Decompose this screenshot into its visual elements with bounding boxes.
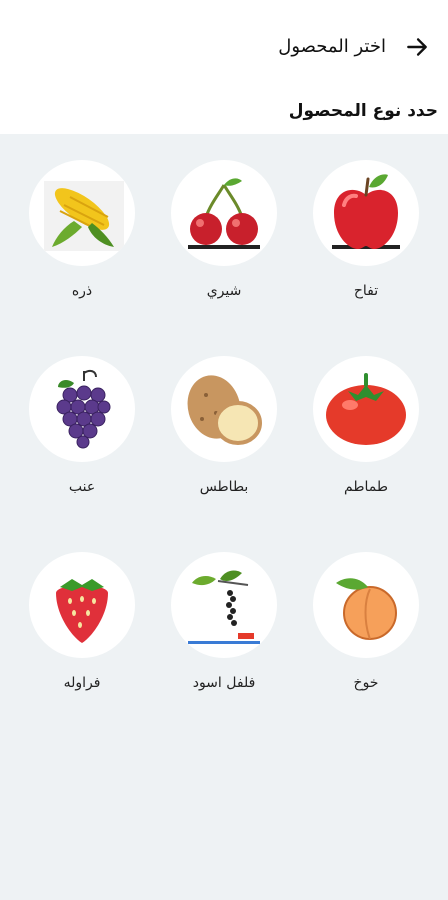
crop-item-tomato[interactable]: طماطم [295,356,437,496]
potato-icon [187,375,262,445]
crop-circle [29,356,135,462]
crop-item-apple[interactable]: تفاح [295,160,437,300]
crop-label: خوخ [353,675,379,691]
crop-label: فراوله [63,675,101,691]
crop-grid: تفاح شيري ذره طماطم بطاطس عنب خوخ فلفل ا… [0,134,448,692]
crop-label: شيري [206,283,242,299]
grape-icon [56,369,111,449]
crop-item-black-pepper[interactable]: فلفل اسود [153,552,295,692]
apple-icon [332,174,400,249]
black-pepper-icon [188,570,260,644]
crop-item-potato[interactable]: بطاطس [153,356,295,496]
section-subtitle: حدد نوع المحصول [288,101,438,121]
crop-item-strawberry[interactable]: فراوله [11,552,153,692]
crop-circle [171,552,277,658]
back-arrow-icon[interactable] [404,34,430,60]
crop-circle [29,160,135,266]
crop-label: عنب [68,479,96,495]
crop-item-corn[interactable]: ذره [11,160,153,300]
crop-circle [171,356,277,462]
crop-label: ذره [71,283,93,299]
crop-label: طماطم [344,479,388,495]
crop-circle [313,356,419,462]
crop-label: بطاطس [199,479,249,495]
crop-label: فلفل اسود [192,675,256,691]
corn-icon [44,181,124,251]
crop-label: تفاح [353,283,379,299]
tomato-icon [326,373,406,445]
strawberry-icon [56,579,108,643]
crop-item-peach[interactable]: خوخ [295,552,437,692]
app-header: اختر المحصول [0,0,448,96]
cherry-icon [188,178,260,249]
page-title: اختر المحصول [278,36,386,57]
peach-icon [336,578,397,640]
crop-item-cherry[interactable]: شيري [153,160,295,300]
crop-circle [171,160,277,266]
crop-circle [313,552,419,658]
crop-grid-area: تفاح شيري ذره طماطم بطاطس عنب خوخ فلفل ا… [0,134,448,900]
subtitle-bar: حدد نوع المحصول [0,96,448,134]
crop-circle [29,552,135,658]
crop-circle [313,160,419,266]
crop-item-grape[interactable]: عنب [11,356,153,496]
